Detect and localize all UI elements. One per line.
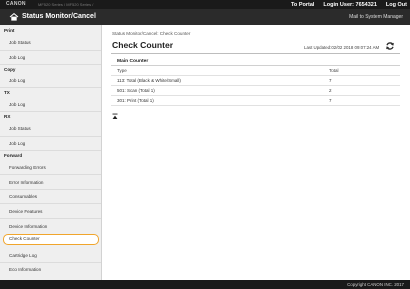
sidebar-item-rx-job-log[interactable]: Job Log: [9, 141, 25, 146]
app-title: Status Monitor/Cancel: [22, 13, 96, 20]
sidebar-heading-print: Print: [4, 28, 15, 33]
login-user-label: Login User: 7654321: [323, 1, 377, 8]
row-total: 7: [329, 98, 332, 103]
divider: [0, 50, 101, 51]
sidebar-heading-rx: RX: [4, 114, 11, 119]
last-updated-text: Last Updated:02/02 2018 09:07:24 AM: [304, 45, 380, 50]
divider: [0, 189, 101, 190]
table-row: 501: Scan (Total 1) 2: [111, 86, 400, 96]
sidebar-item-copy-job-log[interactable]: Job Log: [9, 78, 25, 83]
device-model: MF520 Series / MF520 Series /: [38, 1, 94, 7]
sidebar-item-cartridge-log[interactable]: Cartridge Log: [9, 253, 37, 258]
sidebar-item-print-job-log[interactable]: Job Log: [9, 55, 25, 60]
top-bar: CANON MF520 Series / MF520 Series / To P…: [0, 0, 410, 9]
top-links: To Portal Login User: 7654321 Log Out: [291, 0, 407, 9]
divider: [0, 64, 101, 65]
page-title: Check Counter: [112, 40, 174, 50]
sidebar-heading-forward: Forward: [4, 153, 23, 158]
main-content: Status Monitor/Cancel: Check Counter Che…: [102, 25, 410, 280]
table-row: 113: Total (Black & White/Small) 7: [111, 76, 400, 86]
sidebar-item-forwarding-errors[interactable]: Forwarding Errors: [9, 165, 46, 170]
logout-link[interactable]: Log Out: [386, 2, 407, 8]
brand-logo: CANON: [6, 1, 26, 7]
to-portal-link[interactable]: To Portal: [291, 2, 314, 8]
breadcrumb: Status Monitor/Cancel: Check Counter: [112, 31, 191, 36]
back-to-top-icon[interactable]: [112, 113, 118, 120]
divider: [0, 262, 101, 263]
app-header: Status Monitor/Cancel Mail to System Man…: [0, 9, 410, 25]
sidebar-item-error-information[interactable]: Error Information: [9, 180, 43, 185]
sidebar-item-check-counter[interactable]: Check Counter: [3, 234, 99, 245]
column-header-total: Total: [329, 68, 339, 73]
row-type: 301: Print (Total 1): [117, 98, 154, 103]
sidebar-item-consumables[interactable]: Consumables: [9, 194, 37, 199]
row-type: 501: Scan (Total 1): [117, 88, 155, 93]
copyright-text: Copyright CANON INC. 2017: [347, 282, 404, 287]
footer: Copyright CANON INC. 2017: [0, 280, 410, 289]
row-total: 2: [329, 88, 332, 93]
divider: [0, 174, 101, 175]
table-header-row: Type Total: [111, 66, 400, 76]
sidebar-item-device-features[interactable]: Device Features: [9, 209, 42, 214]
title-divider: [111, 53, 400, 54]
mail-system-manager-link[interactable]: Mail to System Manager: [349, 14, 403, 20]
row-total: 7: [329, 78, 332, 83]
refresh-icon[interactable]: [385, 41, 395, 51]
table-row: 301: Print (Total 1) 7: [111, 96, 400, 106]
divider: [0, 203, 101, 204]
main-counter-table: Main Counter Type Total 113: Total (Blac…: [111, 58, 400, 106]
divider: [0, 111, 101, 112]
sidebar-item-tx-job-log[interactable]: Job Log: [9, 102, 25, 107]
home-icon[interactable]: [9, 13, 19, 21]
sidebar: Print Job Status Job Log Copy Job Log TX…: [0, 25, 102, 280]
sidebar-item-device-information[interactable]: Device Information: [9, 224, 47, 229]
sidebar-heading-copy: Copy: [4, 67, 16, 72]
sidebar-item-print-job-status[interactable]: Job Status: [9, 40, 31, 45]
column-header-type: Type: [117, 68, 127, 73]
divider: [0, 87, 101, 88]
table-title: Main Counter: [111, 58, 400, 66]
row-type: 113: Total (Black & White/Small): [117, 78, 181, 83]
divider: [0, 150, 101, 151]
sidebar-heading-tx: TX: [4, 90, 10, 95]
sidebar-item-rx-job-status[interactable]: Job Status: [9, 126, 31, 131]
divider: [0, 218, 101, 219]
sidebar-item-eco-information[interactable]: Eco Information: [9, 267, 41, 272]
divider: [0, 136, 101, 137]
